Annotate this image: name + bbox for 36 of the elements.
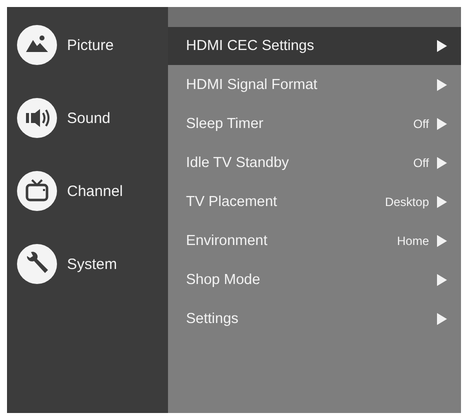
menu-item-label: HDMI CEC Settings — [186, 38, 316, 54]
arrow-right-icon — [437, 78, 447, 90]
menu-item[interactable]: Sleep Timer Off — [168, 104, 461, 143]
menu-item-label: Environment — [186, 232, 268, 248]
arrow-right-icon — [437, 274, 447, 286]
menu-item-value: Home — [396, 234, 429, 248]
menu-item-value: Off — [413, 116, 429, 130]
menu-item[interactable]: Shop Mode — [168, 260, 461, 299]
menu-item-label: TV Placement — [186, 194, 278, 210]
menu-item-label: Sleep Timer — [186, 116, 264, 132]
menu-item-label: Settings — [186, 310, 240, 326]
category-label[interactable]: Sound — [67, 110, 110, 126]
category-label[interactable]: Channel — [67, 182, 123, 200]
menu-item-label: Shop Mode — [186, 272, 262, 288]
speaker-icon — [17, 98, 57, 138]
category-label[interactable]: Picture — [67, 36, 114, 54]
arrow-right-icon — [437, 40, 447, 52]
category-label[interactable]: System — [67, 256, 118, 272]
tv-icon — [17, 171, 57, 211]
arrow-right-icon — [437, 118, 447, 130]
menu-item[interactable]: Environment Home — [168, 221, 461, 260]
mountain-image-icon — [17, 25, 57, 65]
arrow-right-icon — [437, 196, 447, 208]
menu-item[interactable]: Idle TV Standby Off — [168, 143, 461, 182]
menu-item-value: Desktop — [384, 194, 429, 208]
menu-item[interactable]: HDMI Signal Format — [168, 65, 461, 104]
arrow-right-icon — [437, 156, 447, 168]
arrow-right-icon — [437, 234, 447, 246]
menu-item[interactable]: TV Placement Desktop — [168, 182, 461, 221]
menu-item-value: Off — [413, 156, 429, 170]
wrench-icon — [17, 244, 57, 284]
menu-item-label: HDMI Signal Format — [186, 76, 318, 92]
menu-item-label: Idle TV Standby — [186, 154, 290, 170]
arrow-right-icon — [437, 312, 447, 324]
menu-item[interactable]: Settings — [168, 299, 461, 338]
menu-item[interactable]: HDMI CEC Settings — [168, 27, 461, 65]
